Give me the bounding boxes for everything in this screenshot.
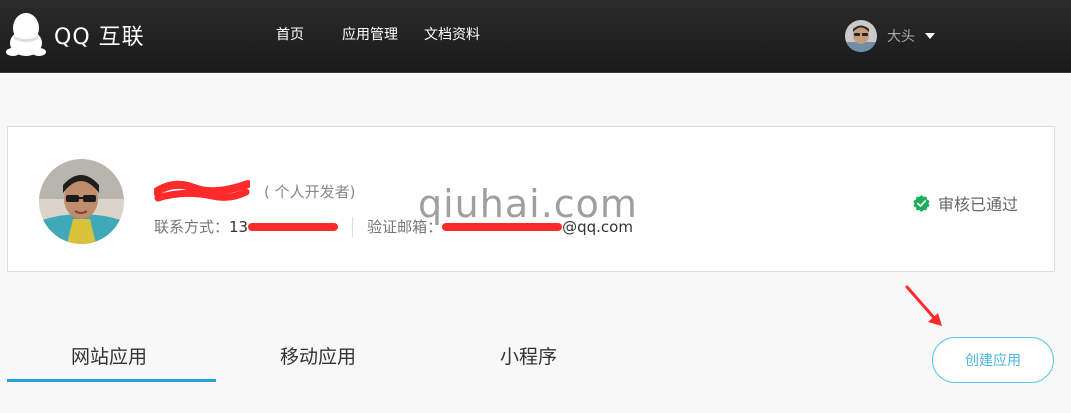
tab-mini-programs[interactable]: 小程序 <box>500 342 557 369</box>
redacted-name <box>154 180 250 202</box>
developer-name-line: ( 个人开发者) <box>154 177 355 205</box>
check-badge-icon <box>913 194 930 212</box>
developer-type: ( 个人开发者) <box>264 182 356 201</box>
app-type-tabs: 网站应用 移动应用 小程序 <box>6 330 707 382</box>
nav-item-app-management[interactable]: 应用管理 <box>342 24 398 44</box>
profile-avatar <box>39 159 124 244</box>
email-suffix: @qq.com <box>562 217 633 236</box>
annotation-arrow-icon <box>905 285 942 326</box>
tab-mobile-apps[interactable]: 移动应用 <box>280 342 356 369</box>
contact-label: 联系方式： <box>154 218 230 236</box>
logo-text: QQ 互联 <box>54 25 145 50</box>
create-app-button[interactable]: 创建应用 <box>932 337 1054 383</box>
developer-profile-card: ( 个人开发者) 联系方式： 13 验证邮箱： @qq.com 审核已通过 <box>7 126 1055 272</box>
user-menu[interactable]: 大头 <box>845 20 935 52</box>
tab-website-apps[interactable]: 网站应用 <box>6 342 217 382</box>
nav-item-home[interactable]: 首页 <box>276 24 304 44</box>
nav-item-documentation[interactable]: 文档资料 <box>424 24 480 44</box>
contact-info: 联系方式： 13 验证邮箱： @qq.com <box>154 216 633 237</box>
contact-phone: 13 <box>229 217 249 236</box>
redacted-email <box>442 222 563 231</box>
verification-status: 审核已通过 <box>913 191 1018 215</box>
avatar[interactable] <box>845 20 877 52</box>
caret-down-icon[interactable] <box>925 33 935 39</box>
status-text: 审核已通过 <box>938 195 1019 214</box>
main-nav: 首页 应用管理 文档资料 <box>276 24 506 44</box>
user-name: 大头 <box>887 29 915 45</box>
qq-penguin-icon <box>6 13 46 56</box>
qq-connect-logo[interactable]: QQ 互联 <box>6 12 145 58</box>
top-navigation-bar: QQ 互联 首页 应用管理 文档资料 大头 <box>0 0 1071 73</box>
redacted-phone <box>248 222 339 231</box>
email-label: 验证邮箱： <box>367 218 443 236</box>
divider <box>352 216 354 237</box>
